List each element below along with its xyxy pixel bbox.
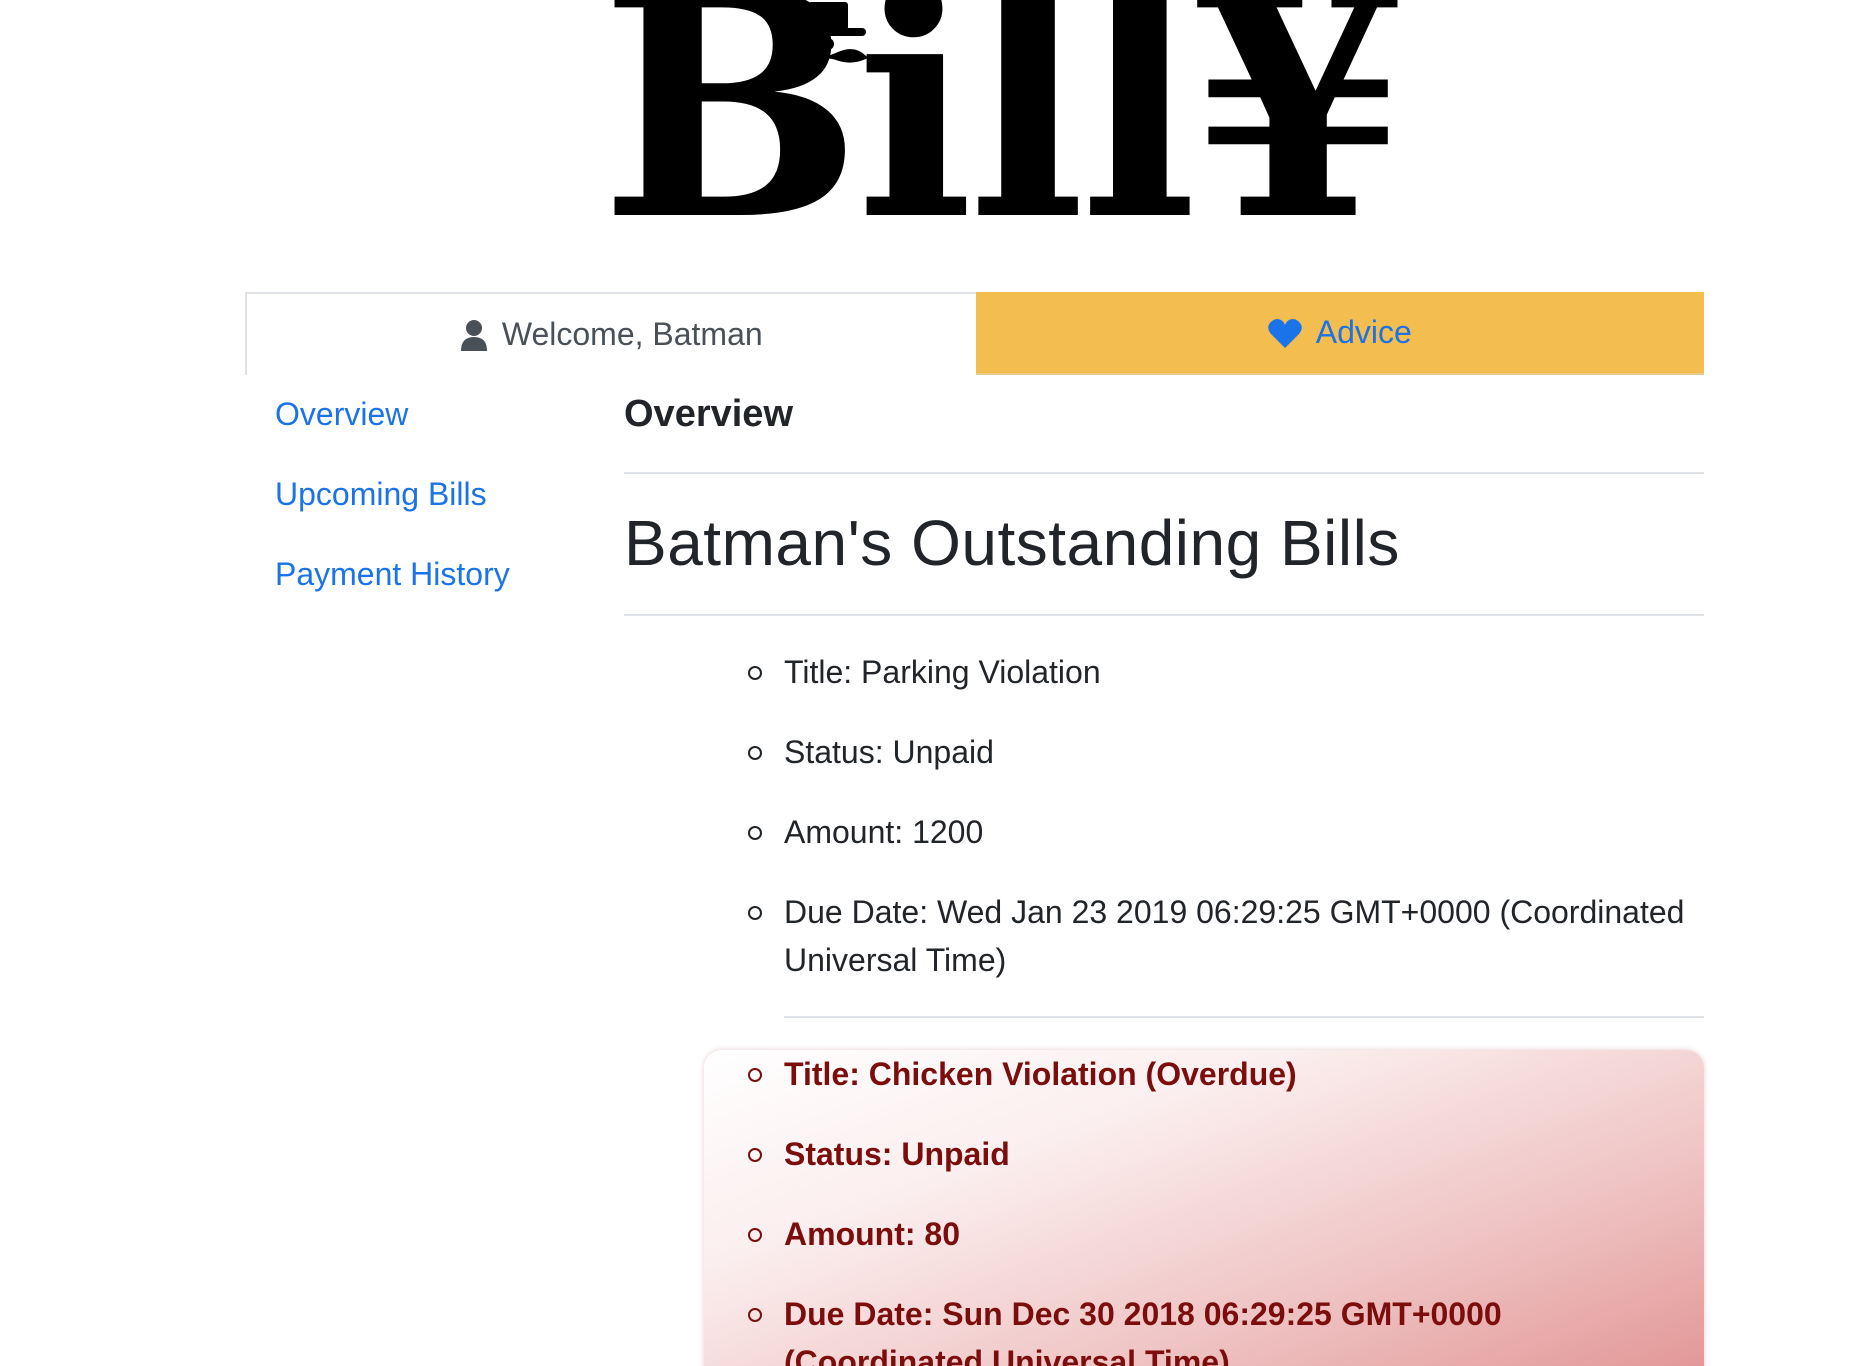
bill-amount: Amount: 80 xyxy=(624,1210,1704,1258)
bill-status: Status: Unpaid xyxy=(624,1130,1704,1178)
bill-due-date-text: Due Date: Sun Dec 30 2018 06:29:25 GMT+0… xyxy=(784,1296,1502,1366)
page: Bill¥ Welcome, Batman Advice Overview Up… xyxy=(0,0,1870,1366)
tab-welcome[interactable]: Welcome, Batman xyxy=(245,292,976,375)
tab-advice[interactable]: Advice xyxy=(975,292,1704,375)
sidebar-item-payment-history[interactable]: Payment History xyxy=(275,550,575,630)
bill-title-text: Title: Parking Violation xyxy=(784,654,1101,690)
bill-due-date: Due Date: Wed Jan 23 2019 06:29:25 GMT+0… xyxy=(624,888,1704,984)
bill-amount: Amount: 1200 xyxy=(624,808,1704,856)
bill-status: Status: Unpaid xyxy=(624,728,1704,776)
bill-title: Title: Parking Violation xyxy=(624,648,1704,696)
divider xyxy=(784,1016,1704,1018)
circle-bullet-icon xyxy=(748,666,762,680)
bill-list-item: Title: Parking Violation Status: Unpaid … xyxy=(624,648,1704,1016)
bill-title: Title: Chicken Violation (Overdue) xyxy=(624,1050,1704,1098)
bill-amount-text: Amount: 80 xyxy=(784,1216,960,1252)
tab-advice-label: Advice xyxy=(1315,314,1412,350)
circle-bullet-icon xyxy=(748,1308,762,1322)
heart-icon xyxy=(1267,318,1302,348)
top-hat-mustache-icon xyxy=(788,2,868,63)
logo-wordmark: Bill¥ xyxy=(600,0,1407,289)
bill-status-text: Status: Unpaid xyxy=(784,734,994,770)
sidebar-item-overview[interactable]: Overview xyxy=(275,390,575,470)
sidebar-item-upcoming-bills[interactable]: Upcoming Bills xyxy=(275,470,575,550)
bill-due-date-text: Due Date: Wed Jan 23 2019 06:29:25 GMT+0… xyxy=(784,894,1685,978)
circle-bullet-icon xyxy=(748,1148,762,1162)
divider xyxy=(624,614,1704,616)
section-title: Overview xyxy=(624,393,793,435)
sidebar-nav: Overview Upcoming Bills Payment History xyxy=(275,390,575,630)
bill-amount-text: Amount: 1200 xyxy=(784,814,984,850)
bill-title-text: Title: Chicken Violation (Overdue) xyxy=(784,1056,1297,1092)
circle-bullet-icon xyxy=(748,826,762,840)
top-tabs: Welcome, Batman Advice xyxy=(245,292,1704,375)
tab-welcome-label: Welcome, Batman xyxy=(501,316,763,352)
circle-bullet-icon xyxy=(748,1068,762,1082)
page-title: Batman's Outstanding Bills xyxy=(624,507,1400,579)
circle-bullet-icon xyxy=(748,1228,762,1242)
bill-status-text: Status: Unpaid xyxy=(784,1136,1010,1172)
circle-bullet-icon xyxy=(748,906,762,920)
divider xyxy=(624,472,1704,474)
billy-logo: Bill¥ xyxy=(600,0,1407,262)
circle-bullet-icon xyxy=(748,746,762,760)
user-icon xyxy=(460,319,488,351)
main-content: Overview Batman's Outstanding Bills xyxy=(624,390,1704,616)
bill-list-item-overdue: Title: Chicken Violation (Overdue) Statu… xyxy=(624,1050,1704,1366)
bill-due-date: Due Date: Sun Dec 30 2018 06:29:25 GMT+0… xyxy=(624,1290,1704,1366)
